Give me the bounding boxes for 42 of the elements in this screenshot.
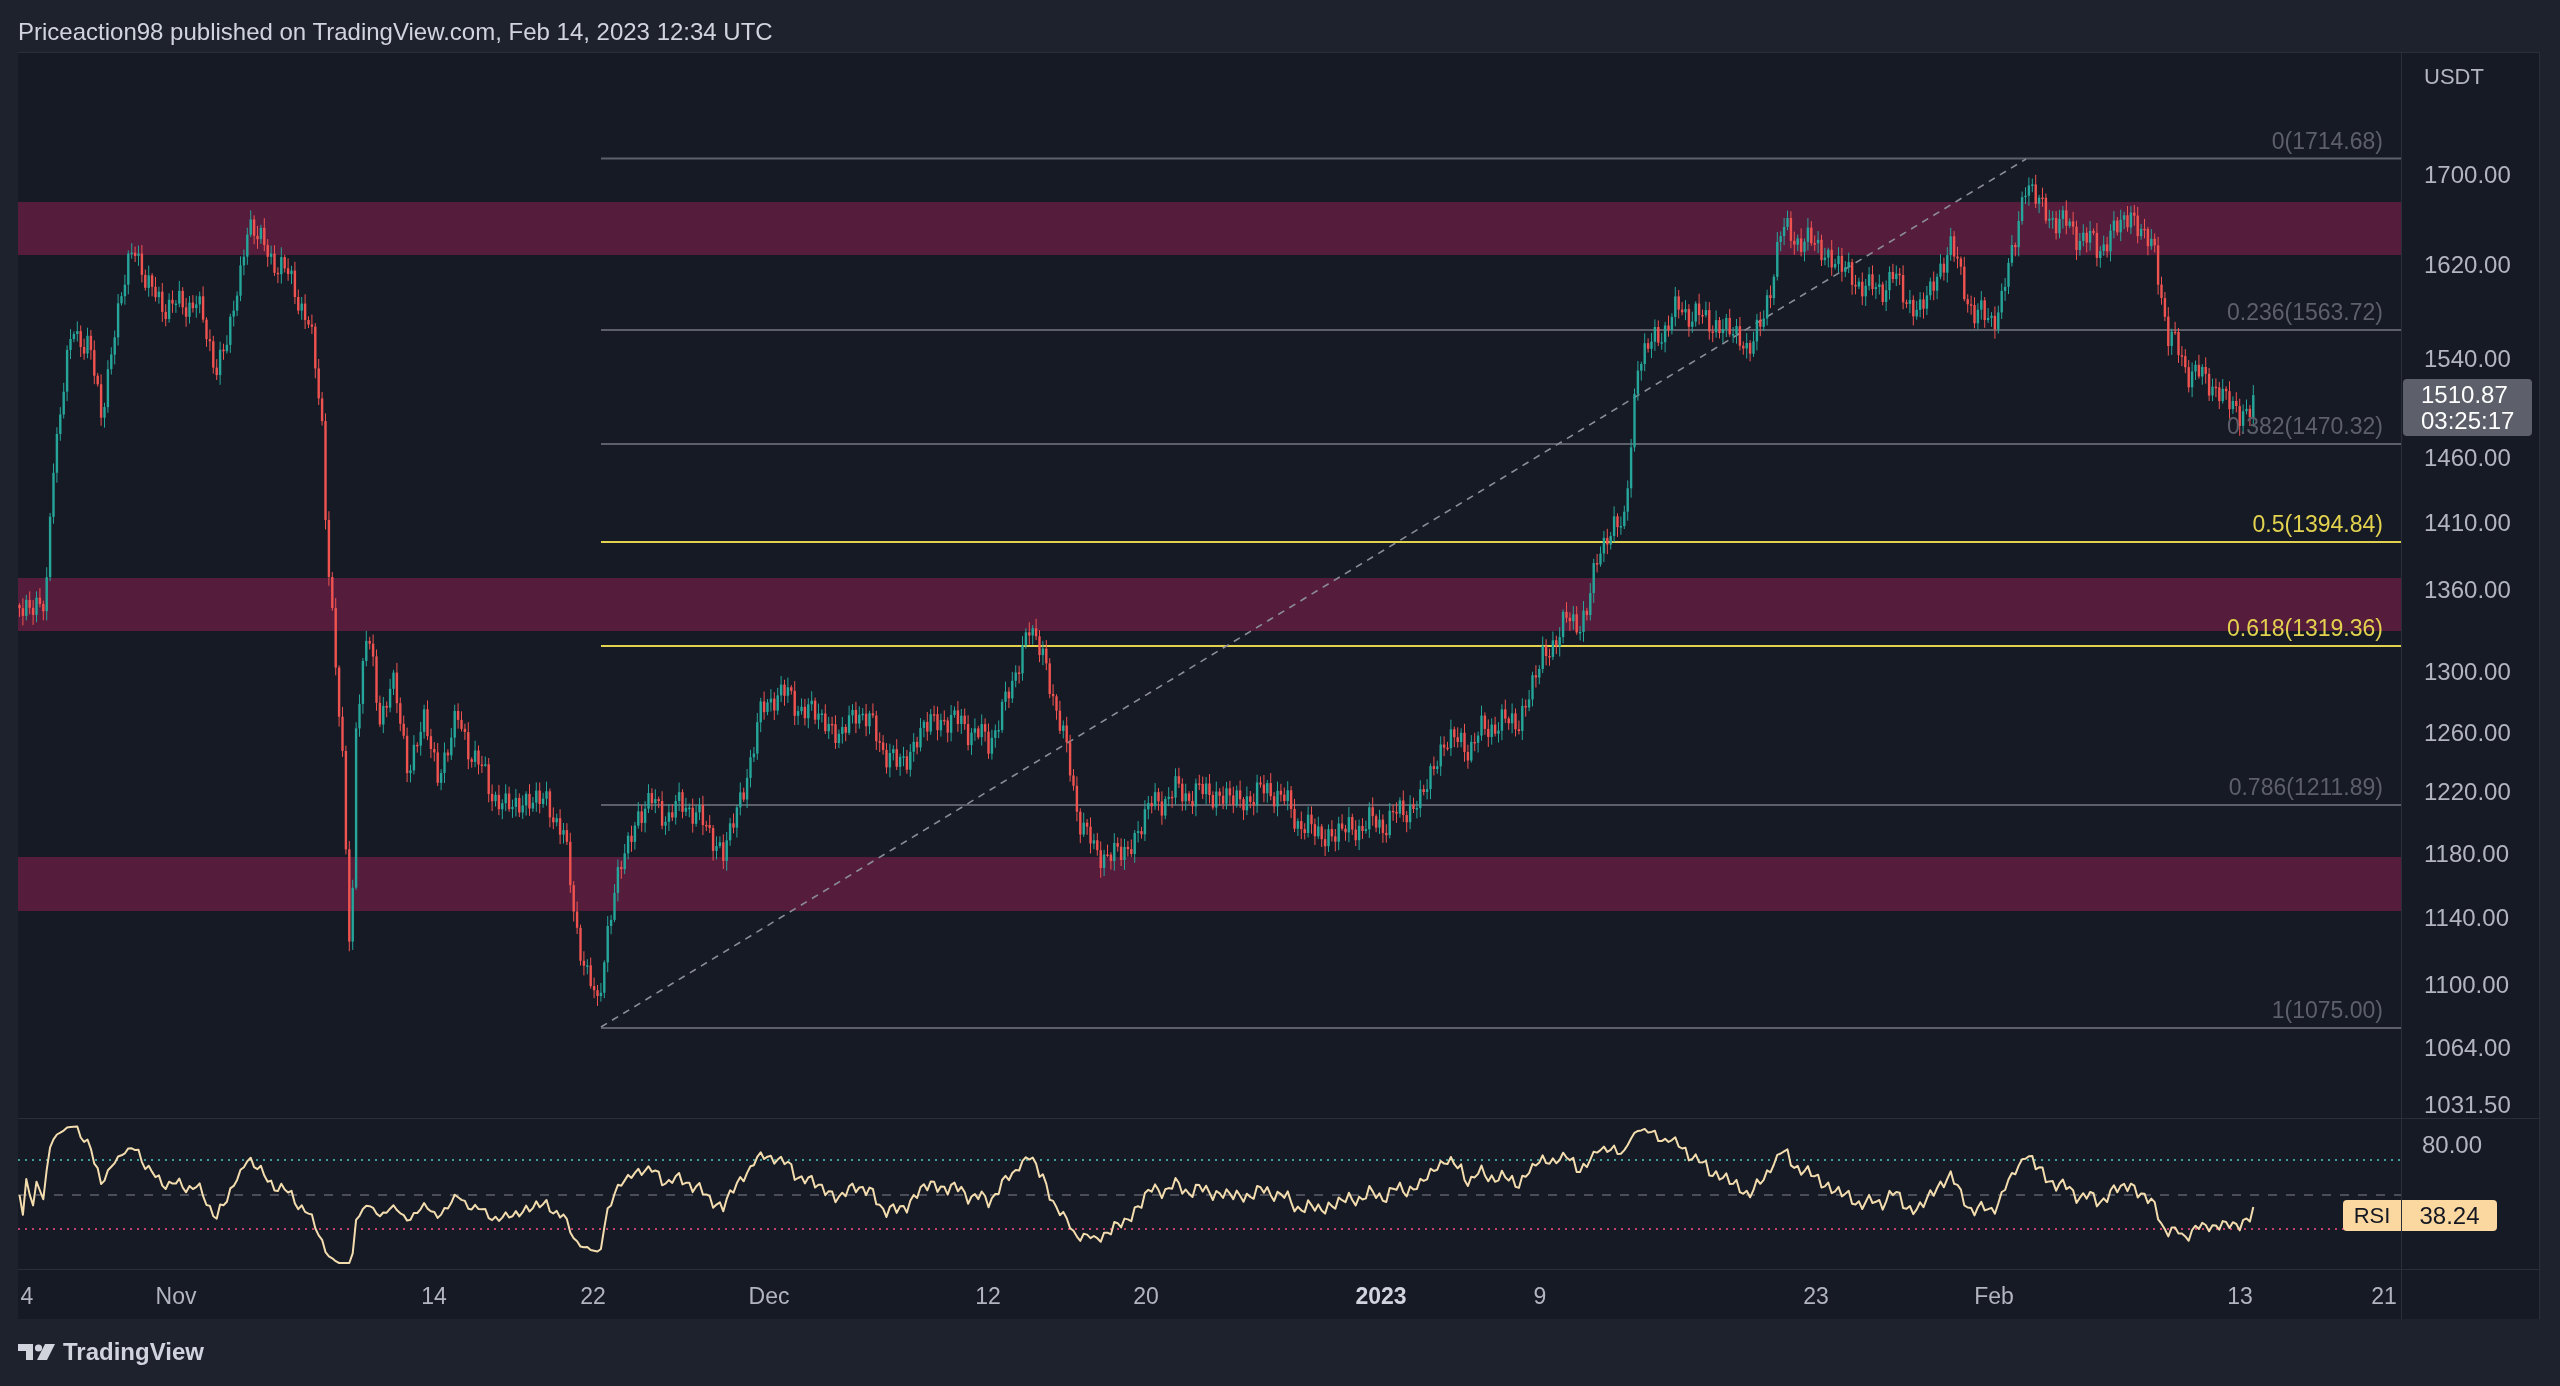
time-axis-label: 2023	[1355, 1283, 1407, 1309]
logo-icon	[18, 1343, 56, 1361]
fib-level-label: 0.786(1211.89)	[2228, 774, 2383, 800]
time-axis-label: Nov	[155, 1283, 197, 1309]
price-axis-label: 1620.00	[2424, 252, 2511, 278]
time-axis-label: 23	[1803, 1283, 1829, 1309]
publication-caption: Priceaction98 published on TradingView.com, Feb 14, 2023 12:34 UTC	[18, 18, 773, 46]
price-axis-label: 1410.00	[2424, 510, 2511, 536]
price-axis-label: 1140.00	[2424, 905, 2509, 931]
last-price-value: 1510.87	[2421, 381, 2508, 408]
time-axis-label: Feb	[1974, 1283, 2014, 1309]
price-axis-label: 1220.00	[2424, 779, 2511, 805]
time-axis-label: 22	[580, 1283, 606, 1309]
price-axis-label: 1031.50	[2424, 1092, 2511, 1118]
fib-level-label: 1(1075.00)	[2271, 997, 2383, 1023]
fib-level-label: 0.618(1319.36)	[2227, 615, 2383, 641]
fib-level-label: 0.236(1563.72)	[2227, 299, 2383, 325]
time-axis-label: 4	[20, 1283, 34, 1309]
indicator-value-label: 38.24	[2402, 1200, 2497, 1231]
price-axis-label: 1360.00	[2424, 577, 2511, 603]
time-axis-label: 14	[421, 1283, 447, 1309]
price-axis-label: 1300.00	[2424, 659, 2511, 685]
indicator-name-label: RSI	[2343, 1200, 2401, 1231]
price-axis-label: 1100.00	[2424, 972, 2509, 998]
currency-label: USDT	[2424, 64, 2484, 90]
time-axis-label: 9	[1533, 1283, 1547, 1309]
countdown-timer: 03:25:17	[2421, 407, 2515, 434]
price-axis-label: 1180.00	[2424, 841, 2509, 867]
time-axis-label: Dec	[748, 1283, 790, 1309]
price-axis-label: 1064.00	[2424, 1035, 2511, 1061]
price-axis-label: 1460.00	[2424, 445, 2511, 471]
brand-name: TradingView	[63, 1337, 204, 1367]
time-axis-label: 12	[975, 1283, 1001, 1309]
fib-level-label: 0.5(1394.84)	[2252, 511, 2383, 537]
time-axis-label: 21	[2371, 1283, 2397, 1309]
price-axis-label: 1260.00	[2424, 720, 2511, 746]
time-axis-label: 13	[2227, 1283, 2253, 1309]
time-axis-label: 20	[1133, 1283, 1159, 1309]
price-axis-label: 1700.00	[2424, 162, 2511, 188]
rsi-axis-label: 80.00	[2422, 1132, 2483, 1158]
price-axis-label: 1540.00	[2424, 346, 2511, 372]
fib-level-label: 0(1714.68)	[2271, 127, 2383, 154]
